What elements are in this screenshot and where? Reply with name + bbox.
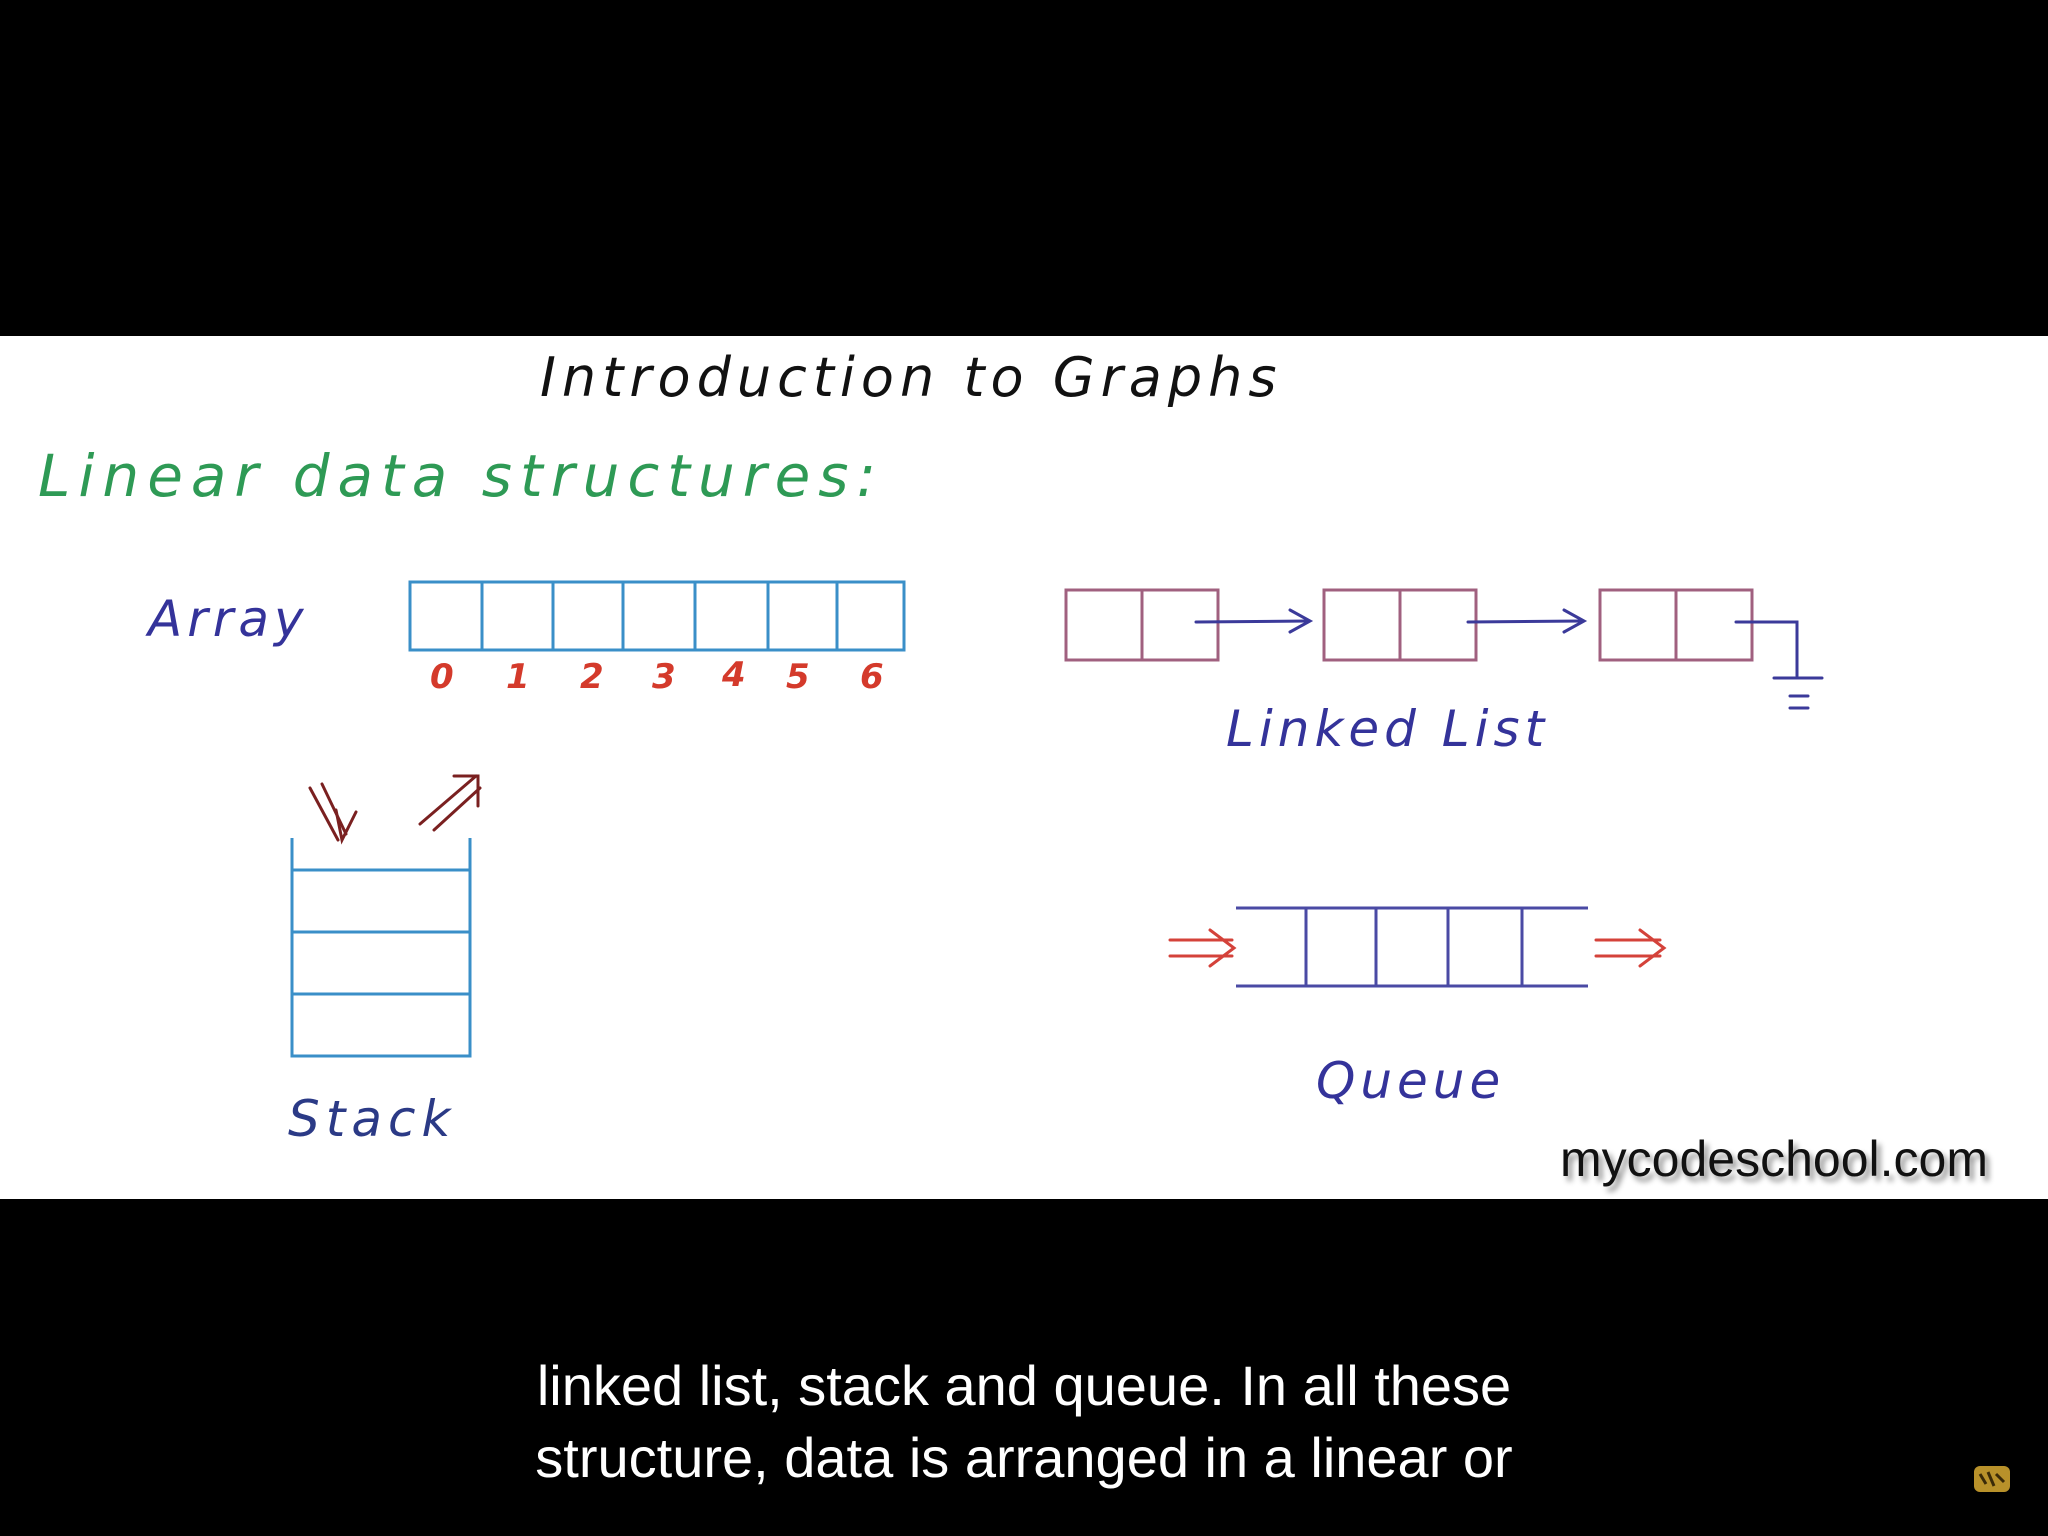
- mycodeschool-logo-icon: [1974, 1466, 2010, 1492]
- array-index: 1: [506, 657, 530, 697]
- queue-label: Queue: [1316, 1052, 1505, 1110]
- linked-list-arrow: [1194, 619, 1310, 624]
- stack-diagram: Stack: [288, 774, 482, 1148]
- stack-label: Stack: [288, 1090, 456, 1148]
- site-watermark: mycodeschool.com: [1560, 1131, 1988, 1187]
- linked-list-arrow: [1466, 619, 1584, 624]
- linked-list-label: Linked List: [1226, 700, 1549, 758]
- push-arrow-icon: [308, 786, 340, 842]
- array-label: Array: [145, 590, 309, 648]
- array-index: 4: [721, 655, 746, 695]
- array-outline: [408, 580, 906, 652]
- slide-title: Introduction to Graphs: [540, 346, 1283, 409]
- array-diagram: [408, 580, 906, 652]
- caption-line: structure, data is arranged in a linear …: [535, 1426, 1513, 1489]
- array-index: 3: [652, 657, 676, 697]
- null-ground-icon: [1734, 620, 1799, 678]
- array-index: 6: [860, 657, 884, 697]
- queue-diagram: Queue: [1168, 906, 1667, 1110]
- diagram-canvas: Introduction to Graphs Linear data struc…: [38, 346, 1824, 1148]
- array-index: 0: [430, 657, 454, 697]
- subtitle-captions: linked list, stack and queue. In all the…: [0, 1350, 2048, 1494]
- lecture-slide: Introduction to Graphs Linear data struc…: [0, 336, 2048, 1199]
- dequeue-arrow-icon: [1594, 928, 1667, 968]
- array-index: 5: [786, 657, 810, 697]
- array-index: 2: [580, 657, 604, 697]
- section-heading: Linear data structures:: [38, 442, 884, 510]
- linked-list-diagram: Linked List: [1064, 588, 1824, 758]
- video-frame: Introduction to Graphs Linear data struc…: [0, 0, 2048, 1536]
- enqueue-arrow-icon: [1168, 928, 1237, 968]
- array-indices: 0 1 2 3 4 5 6: [430, 655, 884, 697]
- caption-line: linked list, stack and queue. In all the…: [536, 1354, 1512, 1417]
